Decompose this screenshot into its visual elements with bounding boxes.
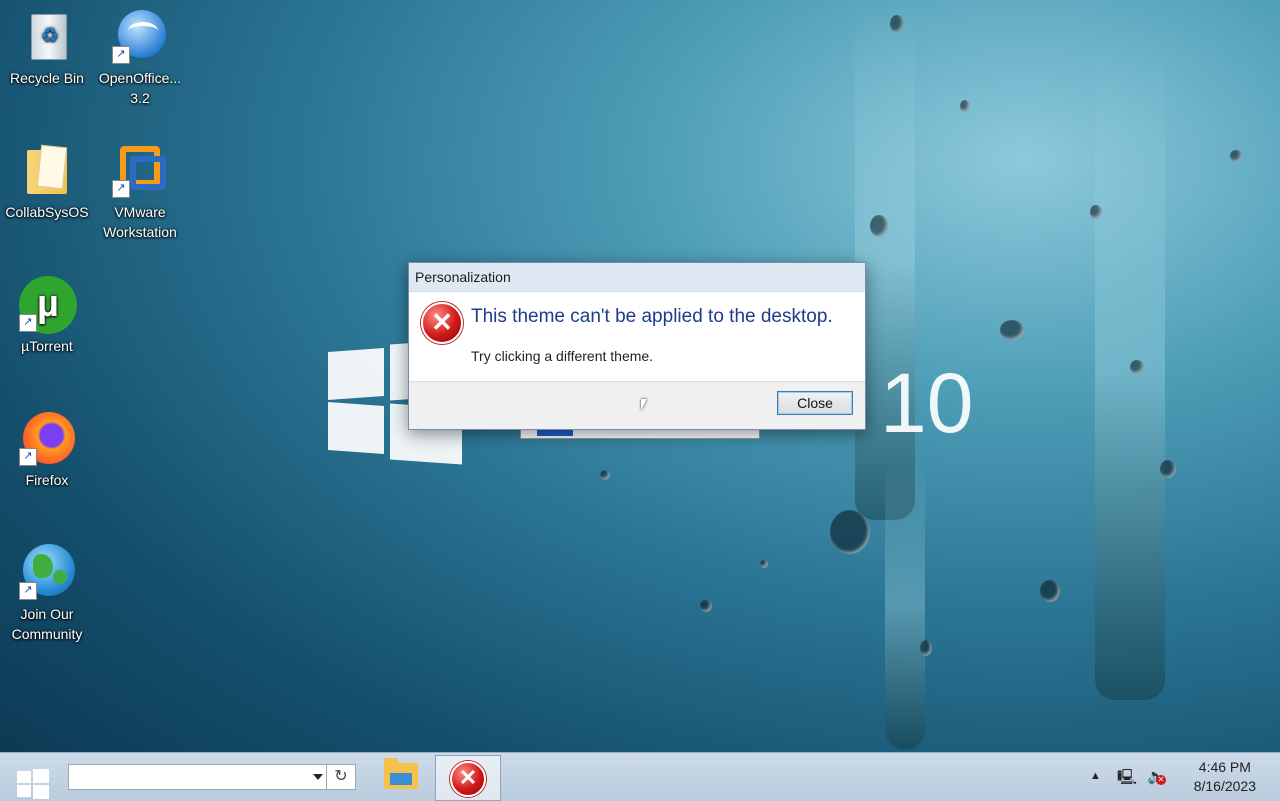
desktop-icon-label: 3.2 <box>130 90 150 106</box>
clock-time: 4:46 PM <box>1198 759 1251 775</box>
globe-icon: ↗ <box>19 544 75 600</box>
refresh-icon: ↻ <box>334 768 348 785</box>
personalization-error-dialog: Personalization ✕ This theme can't be ap… <box>408 262 866 430</box>
mouse-cursor <box>641 399 653 411</box>
shortcut-arrow-icon: ↗ <box>19 314 37 332</box>
search-input[interactable] <box>69 765 307 787</box>
clock-date: 8/16/2023 <box>1193 778 1256 794</box>
shortcut-arrow-icon: ↗ <box>19 582 37 600</box>
system-clock[interactable]: 4:46 PM 8/16/2023 <box>1194 758 1256 796</box>
start-button[interactable] <box>12 761 52 799</box>
recycle-bin-icon: ♻ <box>19 8 75 64</box>
shortcut-arrow-icon: ↗ <box>19 448 37 466</box>
dialog-main-instruction: This theme can't be applied to the deskt… <box>471 306 833 327</box>
refresh-button[interactable]: ↻ <box>326 764 356 790</box>
desktop-icon-join-community[interactable]: ↗ Join Our Community <box>1 544 93 644</box>
shortcut-arrow-icon: ↗ <box>112 180 130 198</box>
address-search-box[interactable] <box>68 764 328 790</box>
desktop-icon-recycle-bin[interactable]: ♻ Recycle Bin <box>1 8 93 88</box>
desktop-icon-openoffice[interactable]: ↗ OpenOffice... 3.2 <box>94 8 186 108</box>
desktop-icon-utorrent[interactable]: µ ↗ µTorrent <box>1 276 93 356</box>
show-hidden-icons-icon[interactable]: ▲ <box>1090 770 1101 782</box>
openoffice-icon: ↗ <box>112 8 168 64</box>
desktop-icon-label: Join Our <box>20 606 74 622</box>
desktop-icon-label: µTorrent <box>21 338 73 354</box>
utorrent-icon: µ ↗ <box>19 276 77 334</box>
desktop-icon-label: OpenOffice... <box>98 70 182 86</box>
dialog-footer: Close <box>409 381 865 429</box>
muted-badge-icon: ✕ <box>1156 775 1166 785</box>
dialog-title[interactable]: Personalization <box>409 263 865 292</box>
close-button[interactable]: Close <box>777 391 853 415</box>
desktop-icon-label: Firefox <box>25 472 69 488</box>
desktop-icon-label: Recycle Bin <box>10 70 84 86</box>
taskbar-error-dialog[interactable]: ✕ <box>435 755 501 801</box>
taskbar-file-explorer[interactable] <box>368 755 432 799</box>
error-icon: ✕ <box>421 302 463 344</box>
desktop-icon-label: Community <box>11 626 83 642</box>
folder-icon <box>19 142 75 198</box>
desktop-icon-collabsysos[interactable]: CollabSysOS <box>1 142 93 222</box>
volume-icon[interactable]: 🔈 ✕ <box>1147 767 1166 785</box>
desktop-icon-label: Workstation <box>103 224 177 240</box>
desktop-icon-label: CollabSysOS <box>5 204 89 220</box>
desktop-icon-vmware[interactable]: ↗ VMware Workstation <box>94 142 186 242</box>
dialog-body: ✕ This theme can't be applied to the des… <box>409 292 865 382</box>
network-icon[interactable]: 🖳 <box>1117 767 1137 792</box>
desktop-icon-firefox[interactable]: ↗ Firefox <box>1 410 93 490</box>
taskbar: ↻ ✕ ▲ 🖳 🔈 ✕ 4:46 PM 8/16/2023 <box>0 752 1280 801</box>
firefox-icon: ↗ <box>19 410 75 466</box>
dialog-content-text: Try clicking a different theme. <box>471 348 654 364</box>
error-icon: ✕ <box>450 761 486 797</box>
chevron-down-icon[interactable] <box>313 774 323 780</box>
file-explorer-icon <box>384 758 418 789</box>
desktop-icon-label: VMware <box>114 204 166 220</box>
shortcut-arrow-icon: ↗ <box>112 46 130 64</box>
windows-logo-icon <box>17 771 31 783</box>
wallpaper-brand-text: 10 <box>880 356 974 450</box>
vmware-icon: ↗ <box>112 142 168 198</box>
